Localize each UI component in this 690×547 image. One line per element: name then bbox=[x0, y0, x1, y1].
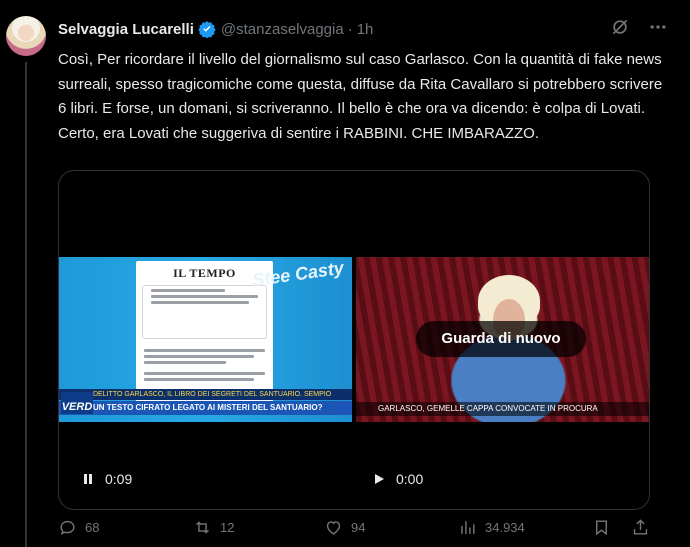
tweet-header: Selvaggia Lucarelli @stanzaselvaggia · 1… bbox=[58, 18, 690, 40]
repost-button[interactable]: 12 bbox=[193, 518, 234, 537]
pause-icon[interactable] bbox=[81, 472, 95, 486]
left-player-controls: 0:09 bbox=[81, 471, 132, 487]
rewatch-button[interactable]: Guarda di nuovo bbox=[416, 321, 586, 357]
views-icon bbox=[461, 521, 475, 534]
action-bar: 68 12 94 34.934 bbox=[58, 518, 658, 542]
right-timecode: 0:00 bbox=[396, 471, 424, 487]
repost-icon bbox=[196, 521, 209, 534]
doc-line bbox=[144, 355, 254, 358]
share-icon bbox=[633, 519, 648, 535]
doc-card bbox=[142, 285, 267, 339]
thread-line bbox=[25, 62, 27, 547]
verified-badge-icon bbox=[198, 20, 216, 39]
post-time[interactable]: 1h bbox=[357, 21, 374, 38]
video-left-frame[interactable]: IL TEMPO Stee Casty DELITTO GARLASCO, IL… bbox=[59, 257, 352, 422]
doc-line bbox=[144, 378, 254, 381]
doc-line bbox=[144, 372, 265, 375]
avatar[interactable] bbox=[6, 16, 46, 56]
more-options-icon[interactable] bbox=[648, 17, 668, 37]
repost-count: 12 bbox=[220, 520, 235, 535]
doc-line bbox=[144, 349, 265, 352]
like-count: 94 bbox=[351, 520, 366, 535]
heart-icon bbox=[326, 521, 341, 535]
author-handle[interactable]: @stanzaselvaggia bbox=[221, 21, 344, 38]
banner-bottom: UN TESTO CIFRATO LEGATO AI MISTERI DEL S… bbox=[59, 401, 352, 415]
video-player[interactable]: IL TEMPO Stee Casty DELITTO GARLASCO, IL… bbox=[58, 170, 650, 510]
doc-line bbox=[151, 301, 250, 304]
left-timecode: 0:09 bbox=[105, 471, 133, 487]
views-button[interactable]: 34.934 bbox=[458, 518, 525, 537]
grok-icon[interactable] bbox=[610, 17, 630, 37]
reply-icon bbox=[60, 520, 75, 535]
doc-line bbox=[151, 295, 258, 298]
banner-top: DELITTO GARLASCO, IL LIBRO DEI SEGRETI D… bbox=[59, 389, 352, 400]
channel-logo: VERD bbox=[61, 392, 93, 414]
separator-dot: · bbox=[347, 20, 353, 38]
doc-line bbox=[151, 289, 225, 292]
view-count: 34.934 bbox=[485, 520, 525, 535]
author-name[interactable]: Selvaggia Lucarelli bbox=[58, 21, 194, 38]
avatar-column bbox=[0, 0, 60, 547]
play-icon[interactable] bbox=[372, 472, 386, 486]
reply-count: 68 bbox=[85, 520, 100, 535]
right-player-controls: 0:00 bbox=[372, 471, 423, 487]
reply-button[interactable]: 68 bbox=[58, 518, 99, 537]
bookmark-icon bbox=[596, 520, 607, 536]
like-button[interactable]: 94 bbox=[324, 518, 365, 537]
tweet-text: Così, Per ricordare il livello del giorn… bbox=[58, 51, 663, 142]
bookmark-button[interactable] bbox=[592, 518, 611, 537]
share-button[interactable] bbox=[631, 518, 650, 537]
doc-line bbox=[144, 361, 227, 364]
right-caption: GARLASCO, GEMELLE CAPPA CONVOCATE IN PRO… bbox=[356, 402, 649, 416]
